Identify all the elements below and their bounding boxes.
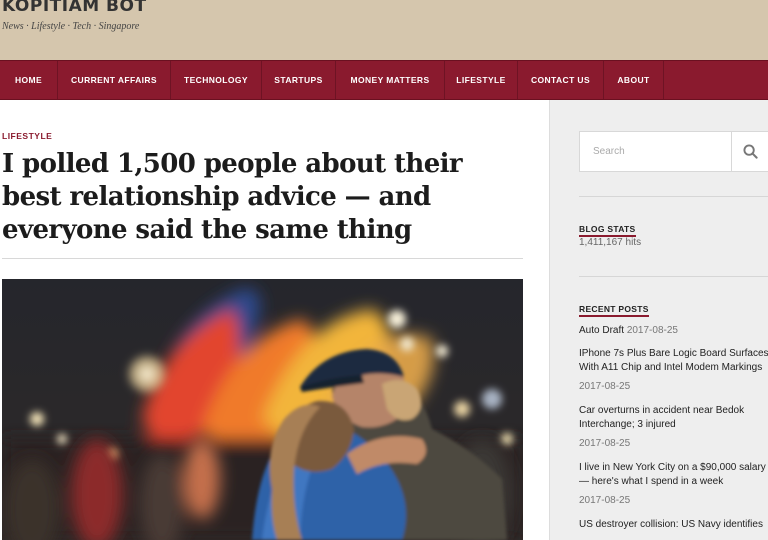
nav-item-lifestyle[interactable]: LIFESTYLE bbox=[445, 61, 518, 99]
recent-post-link[interactable]: Car overturns in accident near Bedok Int… bbox=[579, 405, 744, 430]
nav-item-technology[interactable]: TECHNOLOGY bbox=[171, 61, 262, 99]
recent-post-item: US destroyer collision: US Navy identifi… bbox=[579, 518, 768, 532]
article-content: LIFESTYLE I polled 1,500 people about th… bbox=[0, 100, 549, 540]
post-title: I polled 1,500 people about their best r… bbox=[2, 149, 463, 245]
recent-post-item: I live in New York City on a $90,000 sal… bbox=[579, 461, 768, 508]
recent-post-item: Auto Draft 2017-08-25 bbox=[579, 324, 768, 338]
featured-image bbox=[2, 279, 523, 540]
recent-post-link[interactable]: Auto Draft bbox=[579, 325, 624, 336]
search-icon bbox=[743, 144, 758, 159]
site-header: KOPITIAM BOT News · Lifestyle · Tech · S… bbox=[0, 0, 768, 60]
recent-post-link[interactable]: IPhone 7s Plus Bare Logic Board Surfaces… bbox=[579, 348, 768, 373]
recent-post-item: IPhone 7s Plus Bare Logic Board Surfaces… bbox=[579, 347, 768, 394]
site-tagline: News · Lifestyle · Tech · Singapore bbox=[2, 21, 140, 32]
main-navigation: HOME CURRENT AFFAIRS TECHNOLOGY STARTUPS… bbox=[0, 60, 768, 100]
sidebar-divider bbox=[579, 196, 768, 197]
site-title[interactable]: KOPITIAM BOT bbox=[2, 0, 147, 16]
sidebar-divider bbox=[579, 276, 768, 277]
recent-post-date: 2017-08-25 bbox=[579, 381, 631, 392]
recent-post-date: 2017-08-25 bbox=[579, 438, 631, 449]
nav-menu: HOME CURRENT AFFAIRS TECHNOLOGY STARTUPS… bbox=[0, 61, 768, 99]
post-category[interactable]: LIFESTYLE bbox=[2, 131, 52, 141]
search-form bbox=[579, 131, 768, 172]
recent-post-link[interactable]: US destroyer collision: US Navy identifi… bbox=[579, 519, 763, 530]
recent-posts-list: Auto Draft 2017-08-25 IPhone 7s Plus Bar… bbox=[579, 324, 768, 532]
blog-stats-value: 1,411,167 hits bbox=[579, 237, 642, 248]
recent-post-link[interactable]: I live in New York City on a $90,000 sal… bbox=[579, 462, 766, 487]
nav-item-current-affairs[interactable]: CURRENT AFFAIRS bbox=[58, 61, 171, 99]
title-divider bbox=[2, 258, 523, 259]
nav-item-about[interactable]: ABOUT bbox=[604, 61, 664, 99]
featured-photo-couple-embrace bbox=[2, 279, 523, 540]
sidebar: BLOG STATS 1,411,167 hits RECENT POSTS A… bbox=[549, 100, 768, 540]
nav-item-contact-us[interactable]: CONTACT US bbox=[518, 61, 604, 99]
recent-post-date: 2017-08-25 bbox=[579, 495, 631, 506]
recent-post-item: Car overturns in accident near Bedok Int… bbox=[579, 404, 768, 451]
nav-item-money-matters[interactable]: MONEY MATTERS bbox=[336, 61, 445, 99]
nav-item-startups[interactable]: STARTUPS bbox=[262, 61, 336, 99]
search-input[interactable] bbox=[580, 132, 731, 171]
nav-item-home[interactable]: HOME bbox=[0, 61, 58, 99]
recent-post-date: 2017-08-25 bbox=[626, 325, 678, 336]
search-button[interactable] bbox=[731, 132, 768, 171]
recent-posts-title: RECENT POSTS bbox=[579, 304, 649, 317]
blog-stats-title: BLOG STATS bbox=[579, 224, 636, 237]
